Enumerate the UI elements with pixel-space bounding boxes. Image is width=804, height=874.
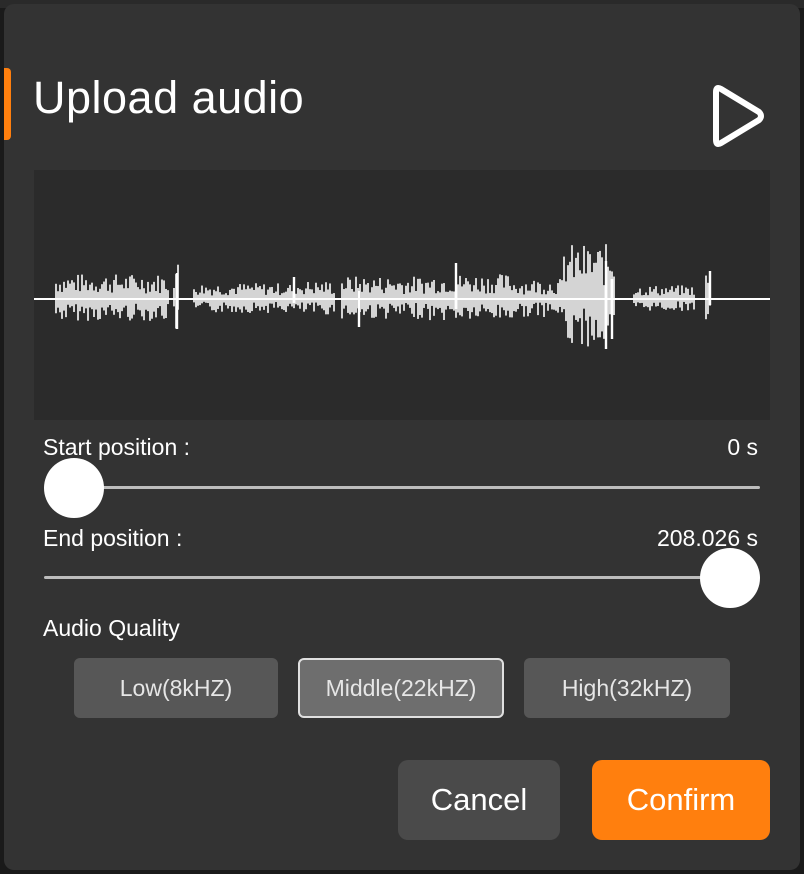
title-accent-bar bbox=[4, 68, 11, 140]
upload-audio-dialog: Upload audio Start position : 0 s End po… bbox=[4, 4, 800, 870]
start-position-slider[interactable] bbox=[44, 458, 760, 518]
quality-high-button[interactable]: High(32kHZ) bbox=[524, 658, 730, 718]
audio-waveform bbox=[34, 170, 770, 420]
play-icon bbox=[713, 85, 764, 147]
end-slider-thumb[interactable] bbox=[700, 548, 760, 608]
waveform-graph bbox=[34, 244, 770, 349]
start-slider-track bbox=[44, 486, 760, 489]
end-position-label: End position : bbox=[43, 525, 183, 551]
play-button[interactable] bbox=[706, 80, 770, 152]
dialog-title: Upload audio bbox=[33, 72, 305, 123]
start-position-value: 0 s bbox=[727, 434, 758, 460]
end-slider-track bbox=[44, 576, 760, 579]
confirm-button[interactable]: Confirm bbox=[592, 760, 770, 840]
start-position-label: Start position : bbox=[43, 434, 191, 460]
cancel-button[interactable]: Cancel bbox=[398, 760, 560, 840]
start-slider-thumb[interactable] bbox=[44, 458, 104, 518]
audio-quality-label: Audio Quality bbox=[43, 615, 180, 641]
quality-low-button[interactable]: Low(8kHZ) bbox=[74, 658, 278, 718]
quality-middle-button[interactable]: Middle(22kHZ) bbox=[298, 658, 504, 718]
end-position-slider[interactable] bbox=[44, 548, 760, 608]
